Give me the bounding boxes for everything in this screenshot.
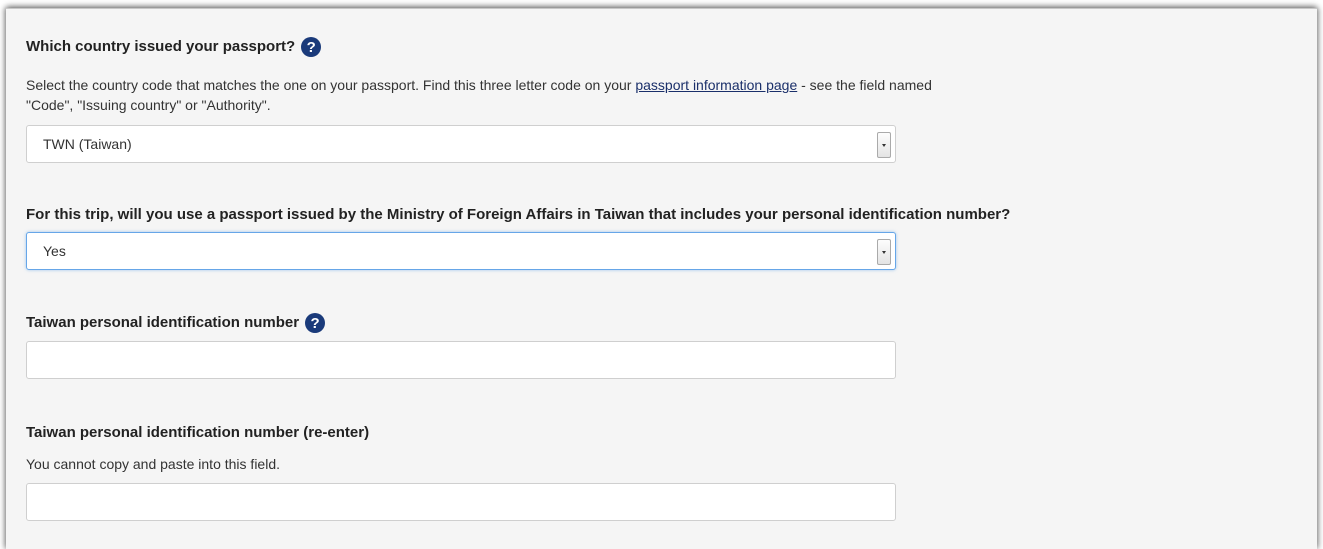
country-hint-text: Select the country code that matches the… [26, 77, 636, 93]
passport-question-text: For this trip, will you use a passport i… [26, 206, 1011, 223]
id-number-label: Taiwan personal identification number ? [26, 313, 326, 333]
chevron-down-icon [877, 239, 891, 265]
chevron-down-icon [877, 132, 891, 158]
id-number-reenter-input[interactable] [26, 483, 896, 521]
id-number-reenter-label-text: Taiwan personal identification number (r… [26, 424, 370, 441]
country-hint-line2: "Code", "Issuing country" or "Authority"… [26, 97, 271, 113]
passport-question-select-value: Yes [43, 243, 66, 259]
id-number-input[interactable] [26, 341, 896, 379]
question-circle-icon[interactable]: ? [305, 313, 326, 333]
country-hint-tail: - see the field named [797, 77, 932, 93]
id-number-reenter-hint: You cannot copy and paste into this fiel… [26, 456, 280, 472]
passport-question-label: For this trip, will you use a passport i… [26, 205, 1306, 225]
passport-information-page-link[interactable]: passport information page [635, 77, 797, 93]
country-select-value: TWN (Taiwan) [43, 136, 132, 152]
question-circle-icon[interactable]: ? [301, 37, 322, 57]
country-label-text: Which country issued your passport? [26, 38, 296, 55]
country-select[interactable]: TWN (Taiwan) [26, 125, 896, 163]
form-panel: Which country issued your passport? ? Se… [6, 8, 1317, 549]
country-hint: Select the country code that matches the… [26, 75, 1226, 115]
country-label: Which country issued your passport? ? [26, 37, 322, 57]
passport-question-select[interactable]: Yes [26, 232, 896, 270]
id-number-label-text: Taiwan personal identification number [26, 314, 300, 331]
id-number-reenter-label: Taiwan personal identification number (r… [26, 423, 369, 443]
